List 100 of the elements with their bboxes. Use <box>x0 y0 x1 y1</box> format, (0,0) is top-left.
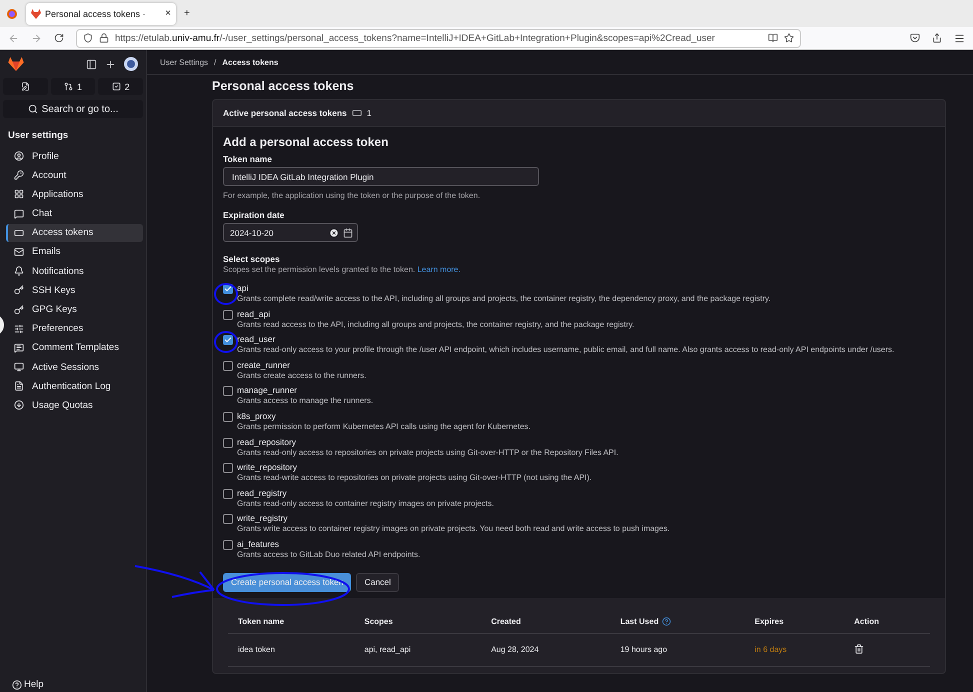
form-title: Add a personal access token <box>223 135 390 149</box>
new-tab-button[interactable]: + <box>184 8 190 19</box>
url-text: https://etulab.univ-amu.fr/-/user_settings/personal_access_tokens?name=IntelliJ+IDEA+GitLab+Integration+Plugin&scopes=api%2Cread_user <box>115 32 716 44</box>
scope-description: Grants access to manage the runners. <box>237 396 374 406</box>
scope-name: write_repository <box>237 462 298 474</box>
nav-item[interactable]: Applications <box>6 185 143 204</box>
bookmark-icon[interactable] <box>784 33 794 43</box>
column-header: Token name <box>228 610 354 634</box>
nav-item[interactable]: Active Sessions <box>6 358 143 376</box>
avatar-icon[interactable] <box>124 57 138 71</box>
scope-checkbox[interactable] <box>223 514 233 524</box>
pocket-icon[interactable] <box>910 33 920 43</box>
date-input[interactable]: 2024-10-20 <box>230 228 325 238</box>
column-header: Scopes <box>354 610 482 634</box>
todo-icon <box>112 82 121 91</box>
scope-name: read_api <box>237 308 272 320</box>
grid-icon <box>14 189 24 200</box>
card-title: Active personal access tokens <box>223 108 347 118</box>
breadcrumb-current: Access tokens <box>222 58 278 66</box>
table-cell: api, read_api <box>354 633 482 666</box>
scope-checkbox[interactable] <box>223 540 233 550</box>
field-label: Expiration date <box>223 210 286 220</box>
counter-value: 2 <box>124 82 130 92</box>
cancel-button[interactable]: Cancel <box>356 572 399 592</box>
download-icon <box>14 400 24 410</box>
address-bar[interactable]: https://etulab.univ-amu.fr/-/user_settings/personal_access_tokens?name=IntelliJ+IDEA+GitLab+Integration+Plugin&scopes=api%2Cread_user <box>76 28 801 48</box>
tab-title: Personal access tokens · <box>45 8 147 18</box>
scope-checkbox[interactable] <box>223 360 233 371</box>
search-button[interactable]: Search or go to... <box>3 100 143 118</box>
column-header: Last Used <box>610 610 745 634</box>
nav-item[interactable]: Chat <box>6 204 143 223</box>
comment-icon <box>14 342 24 353</box>
sliders-icon <box>14 324 24 334</box>
nav-item[interactable]: Usage Quotas <box>6 396 143 414</box>
reload-icon[interactable] <box>54 33 64 43</box>
scope-checkbox[interactable] <box>223 335 233 346</box>
fox-logo-icon[interactable] <box>8 57 24 71</box>
calendar-icon[interactable] <box>343 228 353 238</box>
nav-item[interactable]: Profile <box>6 147 143 165</box>
help-icon <box>12 680 22 690</box>
counter-value: 1 <box>77 82 82 92</box>
delete-icon[interactable] <box>854 644 864 654</box>
token-name-field[interactable]: IntelliJ IDEA GitLab Integration Plugin <box>223 167 539 186</box>
breadcrumb-link[interactable]: User Settings <box>160 58 208 66</box>
scope-name: api <box>237 283 250 294</box>
key-icon <box>14 304 24 314</box>
document-icon <box>14 381 24 392</box>
scope-description: Grants access to GitLab Duo related API endpoints. <box>237 550 422 560</box>
counter-button[interactable]: 1 <box>50 78 96 95</box>
clear-icon[interactable] <box>329 228 339 238</box>
scope-description: Grants read-only access to your profile through the /user API endpoint, which includes username, public email, and full name. Also grants access to read-only API endpoints under /users. <box>237 345 896 355</box>
plus-icon[interactable] <box>105 58 116 70</box>
nav-item[interactable]: GPG Keys <box>6 300 143 318</box>
token-icon <box>14 228 24 238</box>
scope-checkbox[interactable] <box>223 463 233 474</box>
sidebar-toggle-icon[interactable] <box>86 58 97 70</box>
scope-checkbox[interactable] <box>223 488 233 499</box>
counter-button[interactable] <box>3 78 48 95</box>
share-icon[interactable] <box>932 33 942 43</box>
scope-name: k8s_proxy <box>237 410 277 422</box>
date-field[interactable]: 2024-10-20 <box>223 223 358 242</box>
search-icon <box>28 104 38 114</box>
browser-tab[interactable]: Personal access tokens · × <box>26 2 176 24</box>
nav-item[interactable]: Preferences <box>6 320 143 338</box>
nav-item[interactable]: Authentication Log <box>6 377 143 396</box>
nav-item[interactable]: Comment Templates <box>6 338 143 357</box>
scope-description: Grants write access to container registry images on private projects. You need both read and write access to push images. <box>237 524 671 534</box>
table-cell: idea token <box>228 633 354 666</box>
close-button[interactable]: × <box>165 8 171 19</box>
user-icon <box>14 151 24 161</box>
scope-description: Grants complete read/write access to the API, including all groups and projects, the container registry, the dependency proxy, and the package registry. <box>237 294 772 304</box>
nav-item[interactable]: Notifications <box>6 262 143 280</box>
learn-more-link[interactable]: Learn more. <box>417 265 460 274</box>
monitor-icon <box>14 362 24 372</box>
menu-icon[interactable] <box>954 32 965 44</box>
nav-item[interactable]: Account <box>6 166 143 184</box>
nav-item[interactable]: Access tokens <box>6 224 143 242</box>
field-label: Token name <box>223 154 273 164</box>
scope-name: read_user <box>237 334 276 346</box>
key-icon <box>14 285 24 296</box>
nav-item[interactable]: Emails <box>6 242 143 261</box>
help-icon[interactable] <box>662 616 671 626</box>
token-count: 1 <box>366 108 372 118</box>
counter-button[interactable]: 2 <box>98 78 144 95</box>
scope-checkbox[interactable] <box>223 438 233 448</box>
scope-description: Grants create access to the runners. <box>237 370 368 380</box>
scope-checkbox[interactable] <box>223 386 233 396</box>
field-label: Select scopes <box>223 254 281 264</box>
scope-checkbox[interactable] <box>223 412 233 422</box>
column-header: Action <box>844 610 930 634</box>
help-link[interactable]: Help <box>12 679 44 690</box>
scope-checkbox[interactable] <box>223 310 233 320</box>
page-title: Personal access tokens <box>212 79 355 93</box>
reader-icon[interactable] <box>768 33 778 43</box>
scope-description: Grants read access to the API, including all groups and projects, the container registry, and the package registry. <box>237 320 636 330</box>
scope-name: create_runner <box>237 360 291 371</box>
scope-name: ai_features <box>237 538 280 550</box>
nav-item[interactable]: SSH Keys <box>6 281 143 300</box>
table-cell: in 6 days <box>744 633 844 666</box>
shield-icon <box>83 33 93 43</box>
